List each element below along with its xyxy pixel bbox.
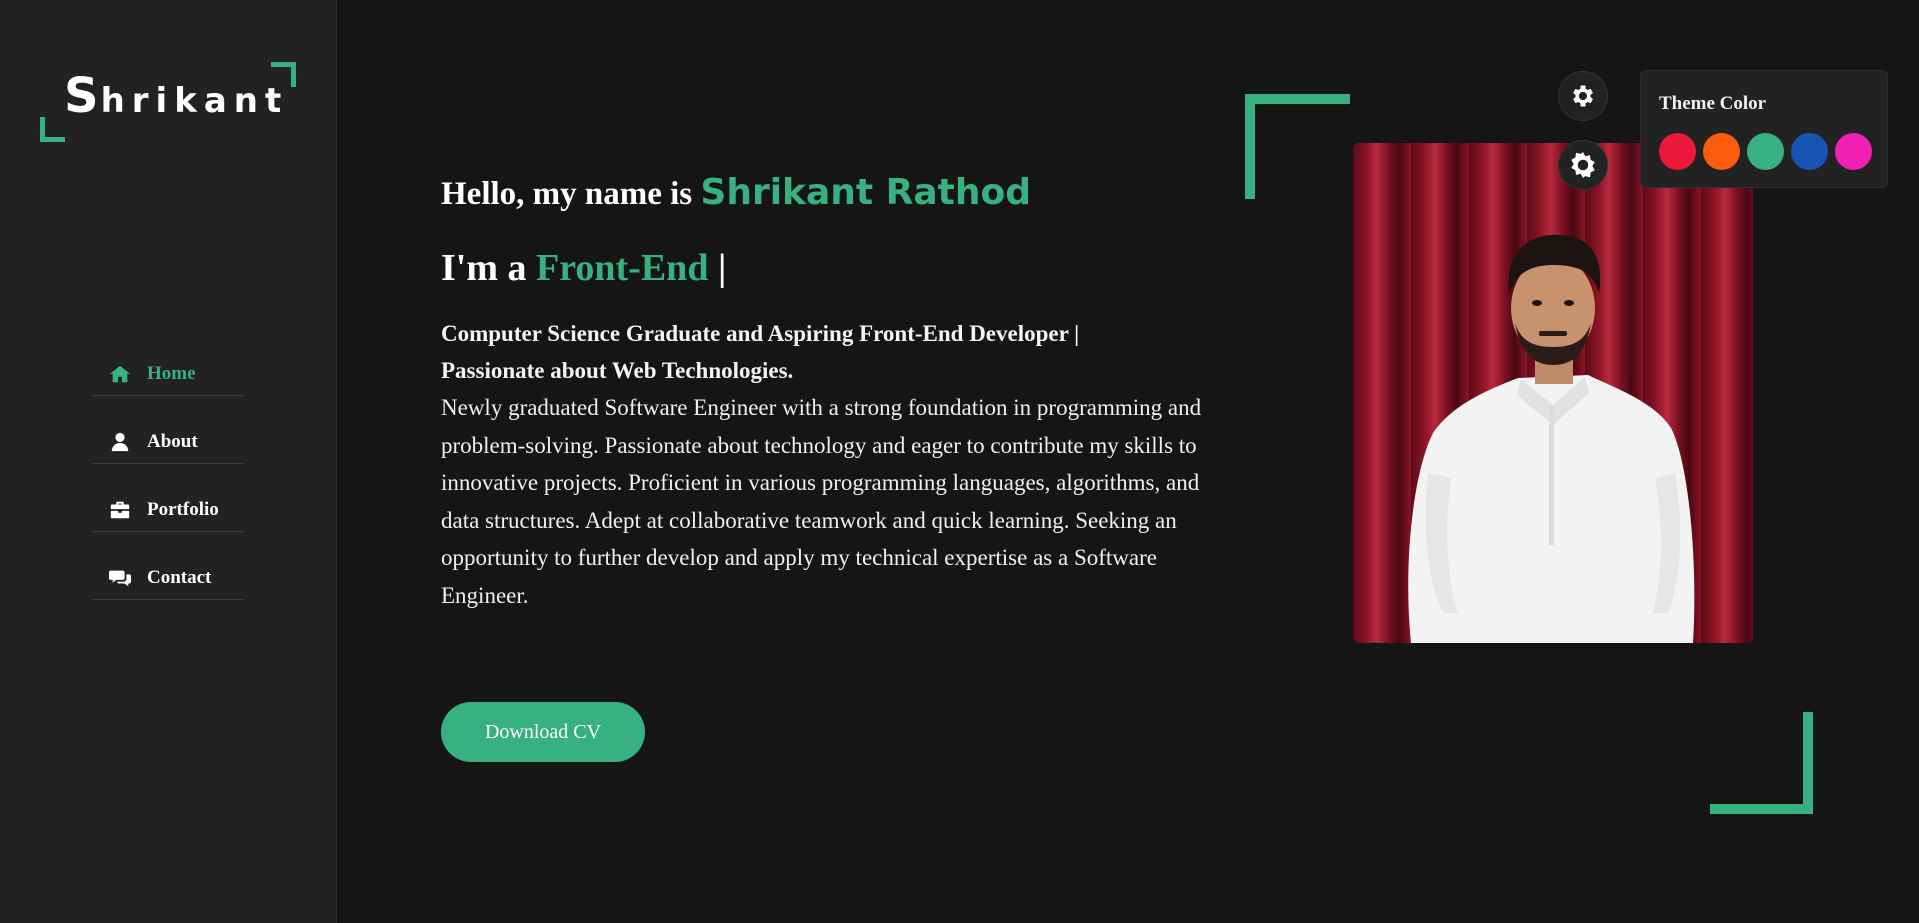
corner-decoration-top-left: [1245, 94, 1350, 199]
color-swatch-1[interactable]: [1659, 133, 1696, 170]
name-highlight: Shrikant Rathod: [700, 172, 1032, 213]
logo-text: Shrikant: [64, 68, 289, 124]
theme-panel-title: Theme Color: [1659, 93, 1767, 114]
corner-decoration-bottom-right: [1710, 712, 1813, 814]
role-typed-text: Front-End: [536, 247, 709, 289]
nav-item-portfolio[interactable]: Portfolio: [92, 488, 244, 532]
home-icon: [109, 365, 131, 382]
color-swatch-5[interactable]: [1835, 133, 1872, 170]
role-heading: I'm a Front-End |: [441, 247, 727, 289]
typing-cursor: |: [717, 247, 727, 289]
user-icon: [111, 432, 129, 451]
briefcase-icon: [110, 501, 130, 518]
logo[interactable]: Shrikant: [40, 62, 296, 142]
nav-item-home[interactable]: Home: [92, 352, 244, 396]
day-night-toggle-button[interactable]: [1558, 140, 1608, 190]
bio-paragraph: Newly graduated Software Engineer with a…: [441, 395, 1202, 608]
theme-color-panel: Theme Color: [1640, 70, 1888, 188]
nav-item-about[interactable]: About: [92, 420, 244, 464]
sun-gear-icon: [1571, 152, 1595, 178]
nav-item-contact[interactable]: Contact: [92, 556, 244, 600]
download-cv-button[interactable]: Download CV: [441, 702, 645, 762]
chat-icon: [109, 570, 131, 586]
nav-item-label: Home: [147, 362, 196, 384]
color-swatch-3[interactable]: [1747, 133, 1784, 170]
color-swatch-list: [1659, 133, 1872, 170]
nav-item-label: Portfolio: [147, 498, 219, 520]
logo-corner-decoration: [40, 117, 65, 142]
greeting-heading: Hello, my name is Shrikant Rathod: [441, 172, 1032, 213]
settings-toggle-button[interactable]: [1558, 71, 1608, 121]
nav-item-label: About: [147, 430, 198, 452]
color-swatch-2[interactable]: [1703, 133, 1740, 170]
main-nav: Home About Portfolio Contact: [92, 352, 244, 624]
headline: Computer Science Graduate and Aspiring F…: [441, 321, 1080, 383]
gear-icon: [1573, 85, 1593, 107]
hero-section: Hello, my name is Shrikant Rathod I'm a …: [441, 168, 1241, 614]
color-swatch-4[interactable]: [1791, 133, 1828, 170]
sidebar: Shrikant Home About Portfolio Contact: [0, 0, 337, 923]
nav-item-label: Contact: [147, 566, 212, 588]
profile-photo: [1353, 143, 1753, 643]
person-illustration: [1408, 234, 1695, 643]
